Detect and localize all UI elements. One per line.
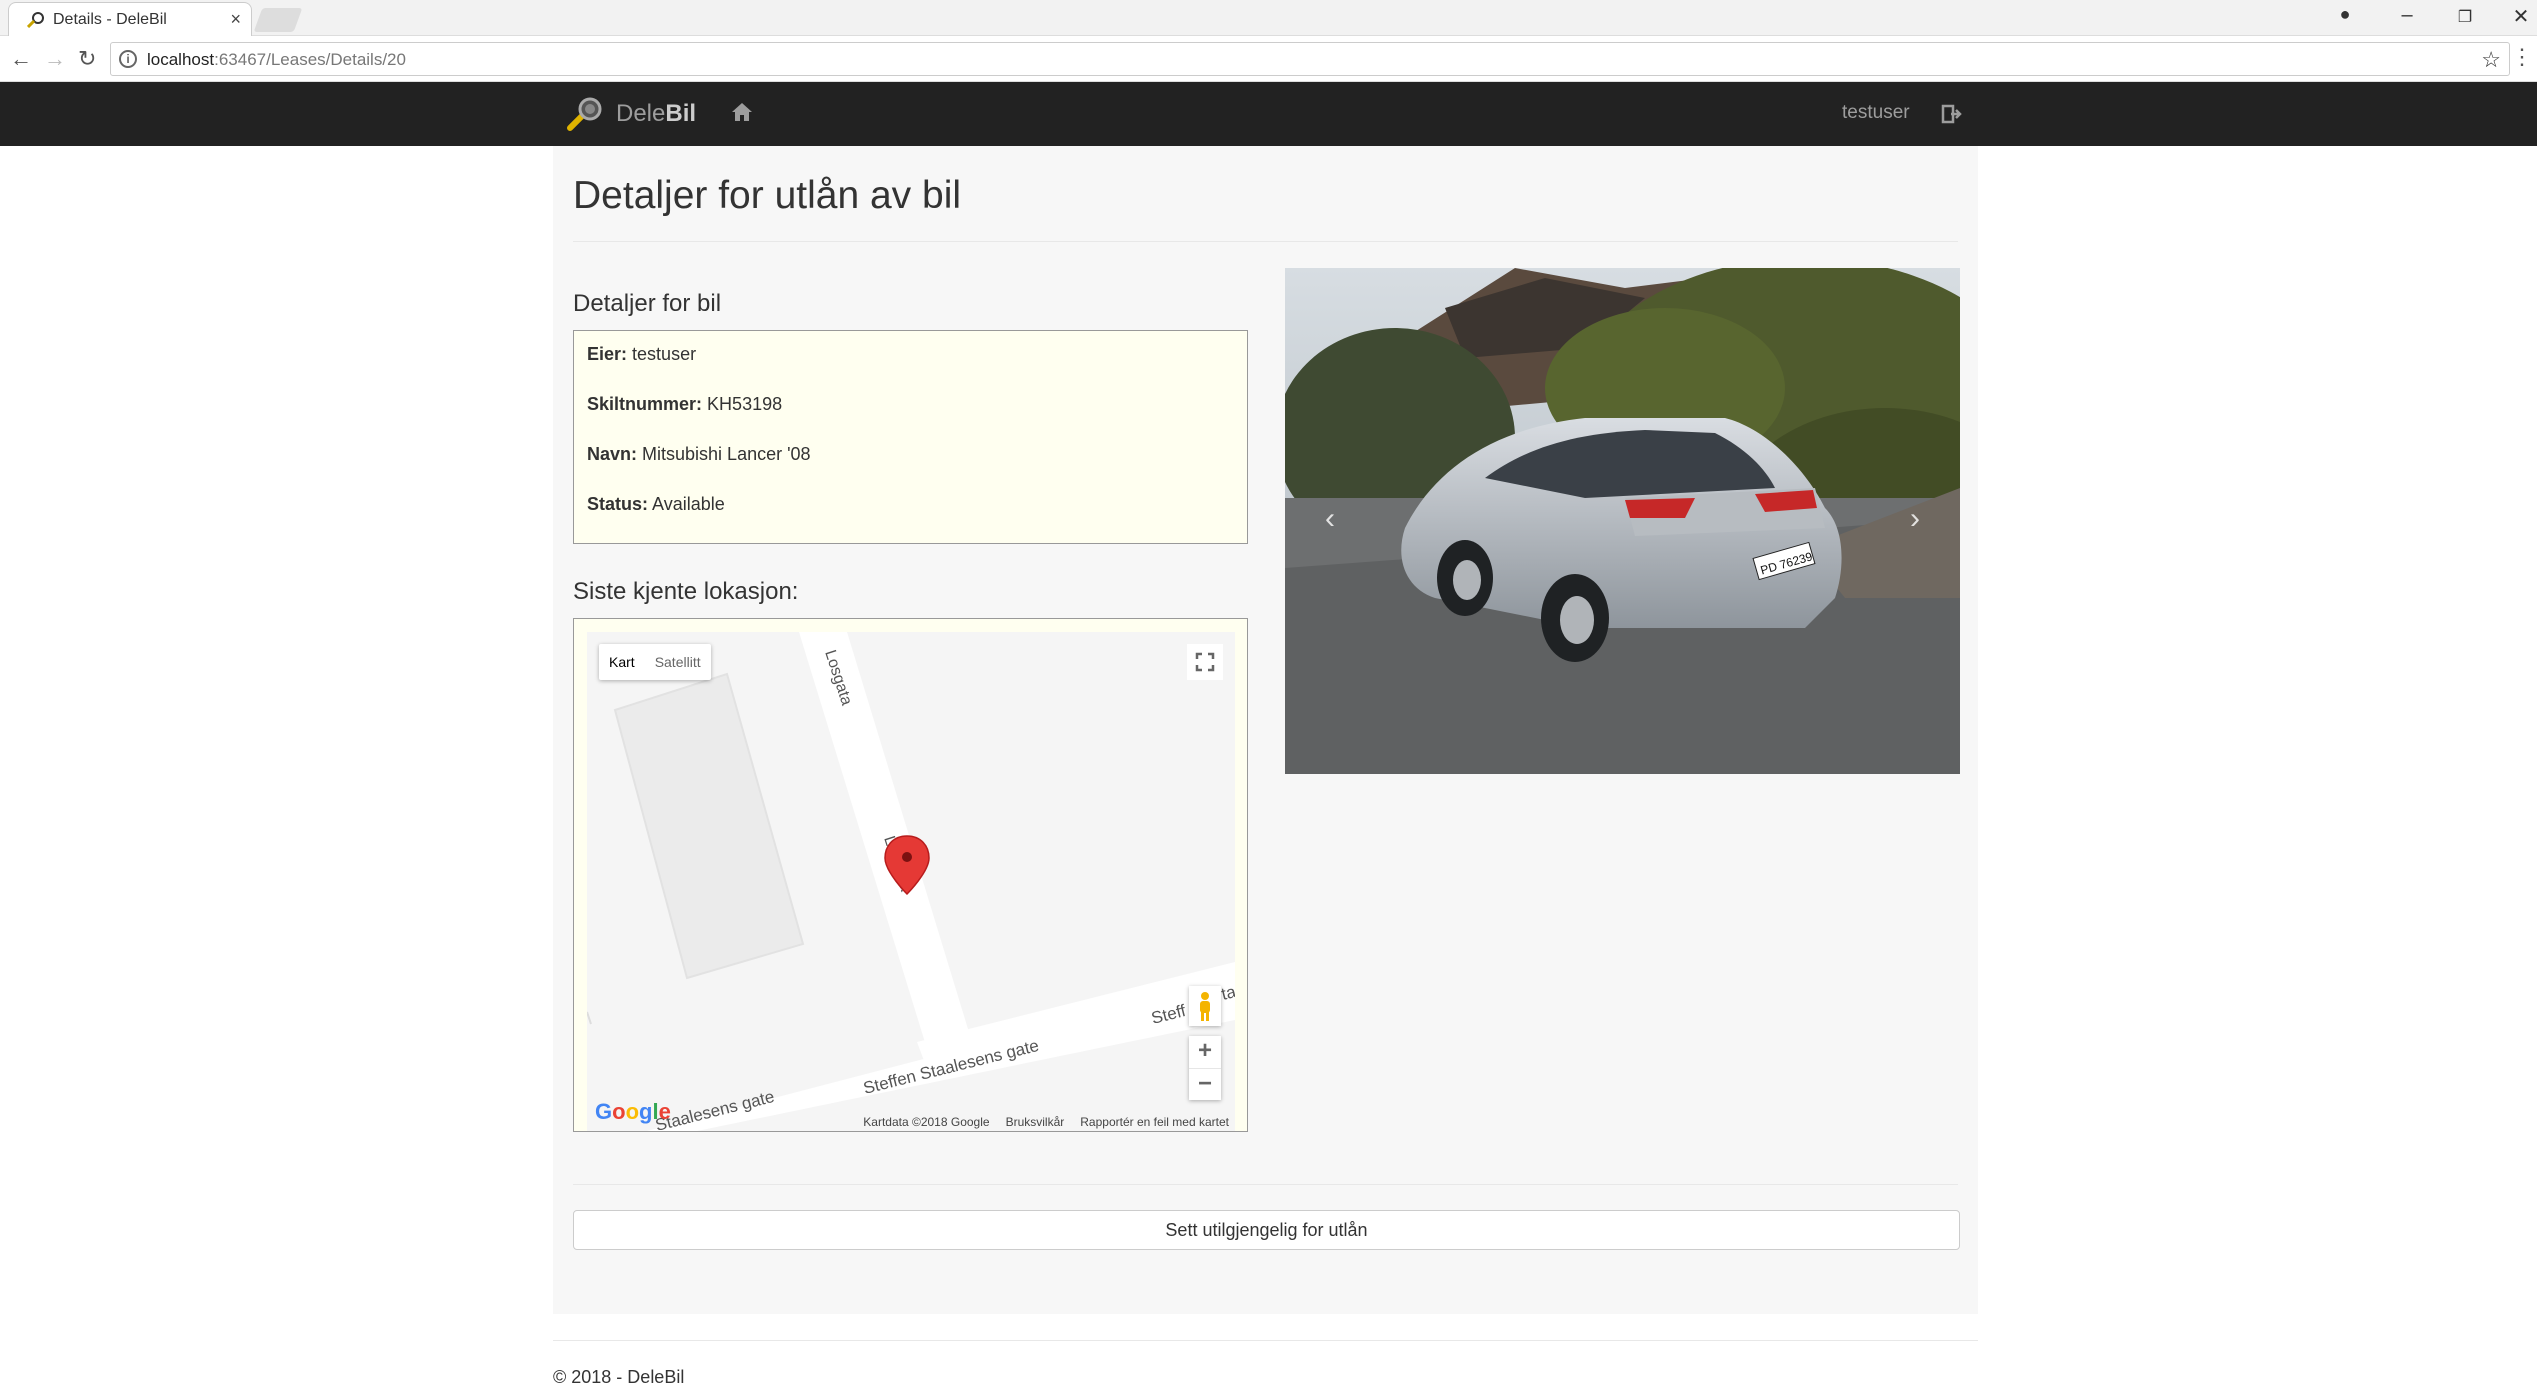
browser-toolbar: ← → ↻ i localhost:63467/Leases/Details/2… [0,36,2537,82]
menu-icon[interactable]: ⋮ [2511,44,2533,70]
zoom-in-button[interactable]: + [1189,1036,1221,1068]
home-icon[interactable] [730,100,754,124]
details-heading: Detaljer for bil [573,290,722,317]
location-heading: Siste kjente lokasjon: [573,578,799,605]
back-icon[interactable]: ← [10,46,32,72]
new-tab-button[interactable] [253,8,303,32]
browser-tab[interactable]: Details - DeleBil × [8,2,252,36]
footer-divider [553,1340,1978,1341]
footer-text: © 2018 - DeleBil [553,1367,685,1387]
detail-plate: Skiltnummer: KH53198 [587,394,783,414]
detail-owner: Eier: testuser [587,344,697,364]
map-terms-link[interactable]: Bruksvilkår [1006,1115,1065,1129]
map-canvas[interactable]: Losgata Losgata Steffen Staalesens gate … [587,632,1235,1131]
account-icon[interactable]: ● [2330,4,2360,25]
tab-title: Details - DeleBil [53,11,167,28]
divider [573,241,1958,242]
app-navbar: DeleBil testuser [0,82,2537,146]
map-type-control: Kart Satellitt [599,644,711,680]
zoom-control: + − [1189,1036,1221,1100]
carousel-next-button[interactable]: › [1910,502,1920,536]
address-bar[interactable]: i localhost:63467/Leases/Details/20 ☆ [110,42,2510,76]
brand-link[interactable]: DeleBil [566,96,696,132]
map-data-credit: Kartdata ©2018 Google [863,1115,990,1129]
divider [573,1184,1958,1185]
close-icon[interactable]: × [230,9,241,30]
car-image-carousel[interactable]: PD 76239 ‹ › [1285,268,1960,774]
page-title: Detaljer for utlån av bil [573,174,962,217]
minimize-icon[interactable]: – [2392,4,2422,27]
logo-icon [567,97,602,131]
info-icon[interactable]: i [119,50,137,68]
pegman-icon[interactable] [1189,986,1221,1026]
favicon-icon [27,12,44,28]
map-attribution: Kartdata ©2018 Google Bruksvilkår Rappor… [857,1113,1235,1131]
set-unavailable-button[interactable]: Sett utilgjengelig for utlån [573,1210,1960,1250]
car-photo: PD 76239 [1285,268,1960,774]
url-text: localhost:63467/Leases/Details/20 [147,50,406,69]
logout-icon[interactable] [1940,102,1964,126]
star-icon[interactable]: ☆ [2481,47,2501,73]
map-type-satellite[interactable]: Satellitt [645,654,711,670]
detail-status: Status: Available [587,494,725,514]
map-frame: Losgata Losgata Steffen Staalesens gate … [573,618,1248,1132]
map-report-link[interactable]: Rapportér en feil med kartet [1080,1115,1229,1129]
detail-name: Navn: Mitsubishi Lancer '08 [587,444,811,464]
restore-icon[interactable]: ❐ [2450,7,2480,27]
main-container: Detaljer for utlån av bil Detaljer for b… [553,146,1978,1314]
reload-icon[interactable]: ↻ [78,46,96,72]
carousel-prev-button[interactable]: ‹ [1325,502,1335,536]
google-logo: Google [595,1099,671,1124]
brand-text: DeleBil [616,100,697,127]
window-close-icon[interactable]: ✕ [2506,4,2536,29]
user-name-link[interactable]: testuser [1842,102,1910,124]
fullscreen-icon[interactable] [1187,644,1223,680]
car-details-box: Eier: testuser Skiltnummer: KH53198 Navn… [573,330,1248,544]
forward-icon[interactable]: → [44,46,66,72]
map-type-map[interactable]: Kart [599,654,645,670]
map[interactable]: Losgata Losgata Steffen Staalesens gate … [587,632,1235,1131]
browser-tabstrip: Details - DeleBil × ● – ❐ ✕ [0,0,2537,36]
zoom-out-button[interactable]: − [1189,1068,1221,1100]
